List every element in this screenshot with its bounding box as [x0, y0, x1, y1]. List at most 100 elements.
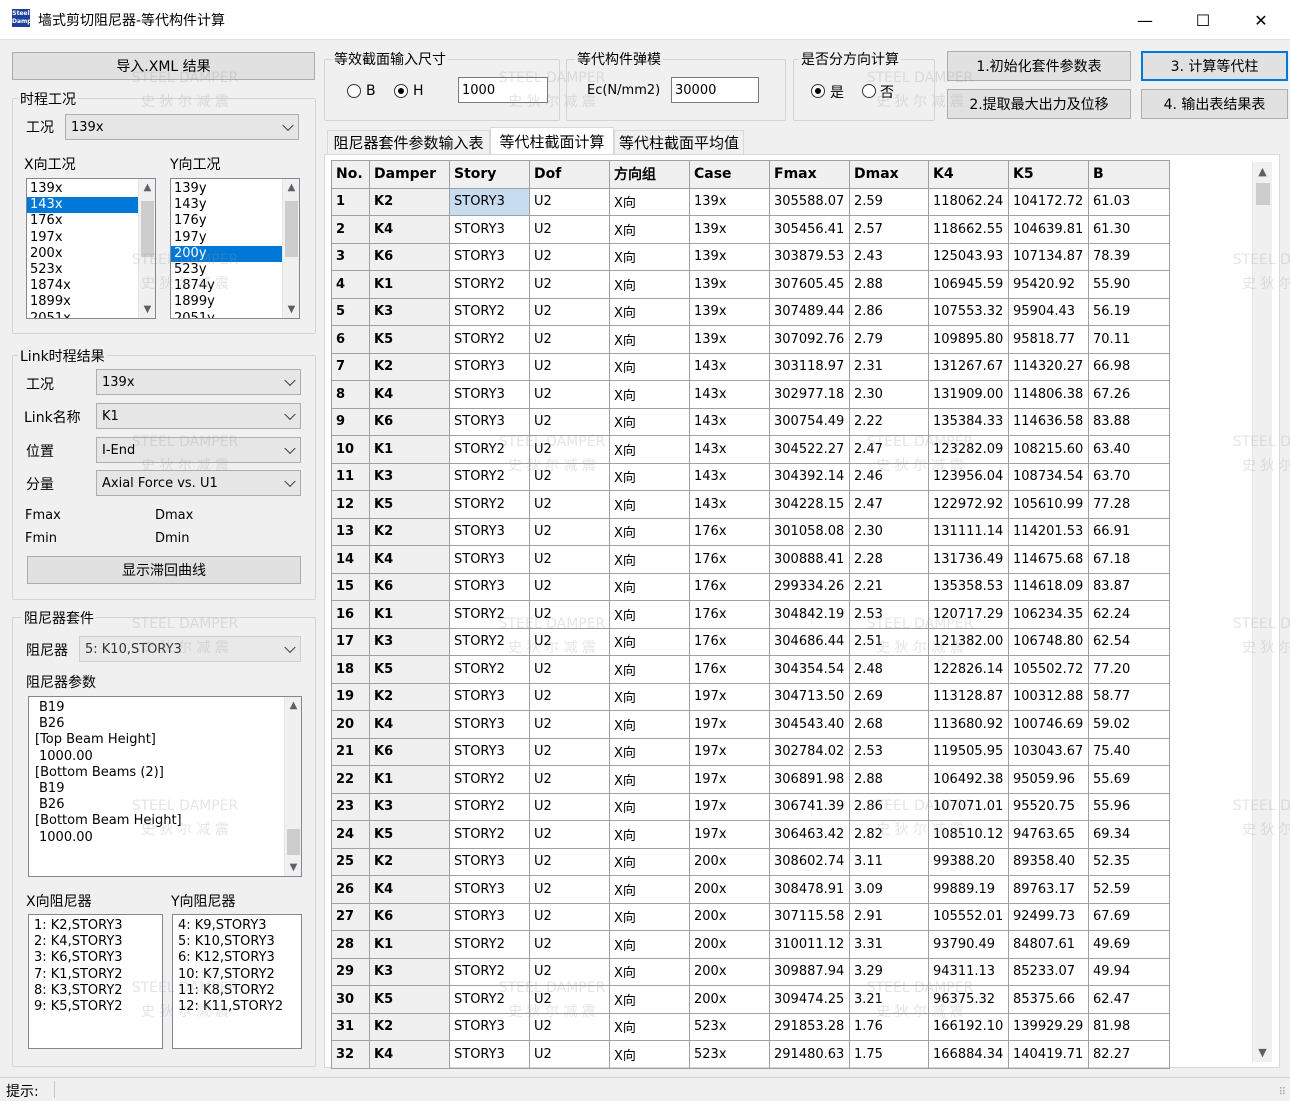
- table-cell[interactable]: K4: [369, 380, 450, 409]
- table-cell[interactable]: 2.86: [849, 792, 929, 821]
- table-cell[interactable]: 197x: [689, 737, 770, 766]
- row-number-cell[interactable]: 30: [331, 985, 370, 1014]
- table-cell[interactable]: STORY2: [449, 655, 530, 684]
- row-number-cell[interactable]: 29: [331, 957, 370, 986]
- table-cell[interactable]: 197x: [689, 710, 770, 739]
- column-header[interactable]: Damper: [369, 160, 450, 189]
- table-cell[interactable]: STORY3: [449, 380, 530, 409]
- table-row[interactable]: 31 K2 STORY3 U2 X向 523x 291853.28 1.76 166192.10…: [331, 1012, 1170, 1041]
- table-cell[interactable]: 2.79: [849, 325, 929, 354]
- table-cell[interactable]: X向: [609, 792, 690, 821]
- table-cell[interactable]: 89358.40: [1008, 847, 1089, 876]
- row-number-cell[interactable]: 25: [331, 847, 370, 876]
- row-number-cell[interactable]: 19: [331, 682, 370, 711]
- table-cell[interactable]: K6: [369, 902, 450, 931]
- table-row[interactable]: 15 K6 STORY3 U2 X向 176x 299334.26 2.21 135358.53…: [331, 572, 1170, 601]
- table-cell[interactable]: X向: [609, 875, 690, 904]
- modulus-input[interactable]: 30000: [671, 77, 759, 103]
- table-cell[interactable]: 304842.19: [769, 600, 850, 629]
- table-cell[interactable]: 166884.34: [928, 1040, 1009, 1069]
- table-cell[interactable]: 63.40: [1088, 435, 1170, 464]
- table-cell[interactable]: 106748.80: [1008, 627, 1089, 656]
- table-cell[interactable]: 306741.39: [769, 792, 850, 821]
- table-cell[interactable]: STORY2: [449, 792, 530, 821]
- table-row[interactable]: 20 K4 STORY3 U2 X向 197x 304543.40 2.68 113680.92…: [331, 710, 1170, 739]
- table-cell[interactable]: STORY2: [449, 820, 530, 849]
- table-cell[interactable]: 61.03: [1088, 187, 1170, 216]
- table-cell[interactable]: 93790.49: [928, 930, 1009, 959]
- table-cell[interactable]: 85375.66: [1008, 985, 1089, 1014]
- table-cell[interactable]: STORY2: [449, 490, 530, 519]
- table-cell[interactable]: 308602.74: [769, 847, 850, 876]
- table-cell[interactable]: 119505.95: [928, 737, 1009, 766]
- table-row[interactable]: 12 K5 STORY2 U2 X向 143x 304228.15 2.47 122972.92…: [331, 490, 1170, 519]
- row-number-cell[interactable]: 24: [331, 820, 370, 849]
- init-params-button[interactable]: 1.初始化套件参数表: [947, 51, 1131, 81]
- row-number-cell[interactable]: 4: [331, 270, 370, 299]
- scroll-up-icon[interactable]: ▲: [283, 179, 299, 196]
- table-row[interactable]: 19 K2 STORY3 U2 X向 197x 304713.50 2.69 113128.87…: [331, 682, 1170, 711]
- x-case-item[interactable]: 143x: [27, 197, 155, 214]
- table-cell[interactable]: X向: [609, 187, 690, 216]
- table-cell[interactable]: 523x: [689, 1012, 770, 1041]
- table-cell[interactable]: 105502.72: [1008, 655, 1089, 684]
- table-cell[interactable]: 106492.38: [928, 765, 1009, 794]
- x-damper-item[interactable]: 9: K5,STORY2: [31, 999, 162, 1015]
- table-cell[interactable]: 120717.29: [928, 600, 1009, 629]
- show-hysteresis-button[interactable]: 显示滞回曲线: [27, 556, 301, 584]
- row-number-cell[interactable]: 8: [331, 380, 370, 409]
- table-row[interactable]: 10 K1 STORY2 U2 X向 143x 304522.27 2.47 123282.09…: [331, 435, 1170, 464]
- table-cell[interactable]: U2: [529, 380, 610, 409]
- table-cell[interactable]: X向: [609, 737, 690, 766]
- table-cell[interactable]: K5: [369, 985, 450, 1014]
- row-number-cell[interactable]: 16: [331, 600, 370, 629]
- table-cell[interactable]: 107071.01: [928, 792, 1009, 821]
- table-cell[interactable]: U2: [529, 187, 610, 216]
- table-cell[interactable]: 306463.42: [769, 820, 850, 849]
- table-cell[interactable]: U2: [529, 682, 610, 711]
- table-cell[interactable]: STORY3: [449, 1012, 530, 1041]
- table-row[interactable]: 1 K2 STORY3 U2 X向 139x 305588.07 2.59 118062.24 1…: [331, 187, 1170, 216]
- table-cell[interactable]: 95059.96: [1008, 765, 1089, 794]
- table-cell[interactable]: 113680.92: [928, 710, 1009, 739]
- x-case-item[interactable]: 523x: [27, 262, 155, 278]
- x-case-item[interactable]: 176x: [27, 213, 155, 229]
- table-row[interactable]: 27 K6 STORY3 U2 X向 200x 307115.58 2.91 105552.01…: [331, 902, 1170, 931]
- table-cell[interactable]: K2: [369, 847, 450, 876]
- table-cell[interactable]: 307092.76: [769, 325, 850, 354]
- table-cell[interactable]: 58.77: [1088, 682, 1170, 711]
- table-cell[interactable]: K1: [369, 435, 450, 464]
- y-case-item[interactable]: 200y: [171, 245, 299, 262]
- table-cell[interactable]: 67.26: [1088, 380, 1170, 409]
- row-number-cell[interactable]: 7: [331, 352, 370, 381]
- table-cell[interactable]: 52.59: [1088, 875, 1170, 904]
- y-cases-list[interactable]: 139y 143y 176y 197y 200y 523y 1874y 1899y 2051y …: [170, 178, 300, 319]
- scroll-down-icon[interactable]: ▼: [283, 301, 299, 318]
- table-cell[interactable]: 143x: [689, 462, 770, 491]
- table-row[interactable]: 23 K3 STORY2 U2 X向 197x 306741.39 2.86 107071.01…: [331, 792, 1170, 821]
- table-row[interactable]: 30 K5 STORY2 U2 X向 200x 309474.25 3.21 96375.32 8…: [331, 985, 1170, 1014]
- table-cell[interactable]: U2: [529, 1040, 610, 1069]
- table-cell[interactable]: 309474.25: [769, 985, 850, 1014]
- table-cell[interactable]: X向: [609, 407, 690, 436]
- table-cell[interactable]: X向: [609, 847, 690, 876]
- table-cell[interactable]: STORY3: [449, 545, 530, 574]
- table-cell[interactable]: 118062.24: [928, 187, 1009, 216]
- table-cell[interactable]: K4: [369, 545, 450, 574]
- table-cell[interactable]: 143x: [689, 490, 770, 519]
- radio-yes[interactable]: [811, 84, 825, 98]
- table-cell[interactable]: X向: [609, 517, 690, 546]
- table-cell[interactable]: STORY2: [449, 930, 530, 959]
- table-cell[interactable]: U2: [529, 957, 610, 986]
- table-cell[interactable]: X向: [609, 682, 690, 711]
- y-case-item[interactable]: 1899y: [171, 294, 299, 310]
- table-cell[interactable]: X向: [609, 380, 690, 409]
- table-cell[interactable]: K5: [369, 490, 450, 519]
- row-number-cell[interactable]: 23: [331, 792, 370, 821]
- scroll-up-icon[interactable]: ▲: [139, 179, 155, 196]
- table-cell[interactable]: 139x: [689, 325, 770, 354]
- row-number-cell[interactable]: 14: [331, 545, 370, 574]
- table-row[interactable]: 7 K2 STORY3 U2 X向 143x 303118.97 2.31 131267.67 1…: [331, 352, 1170, 381]
- x-case-item[interactable]: 1874x: [27, 278, 155, 294]
- table-cell[interactable]: 2.88: [849, 270, 929, 299]
